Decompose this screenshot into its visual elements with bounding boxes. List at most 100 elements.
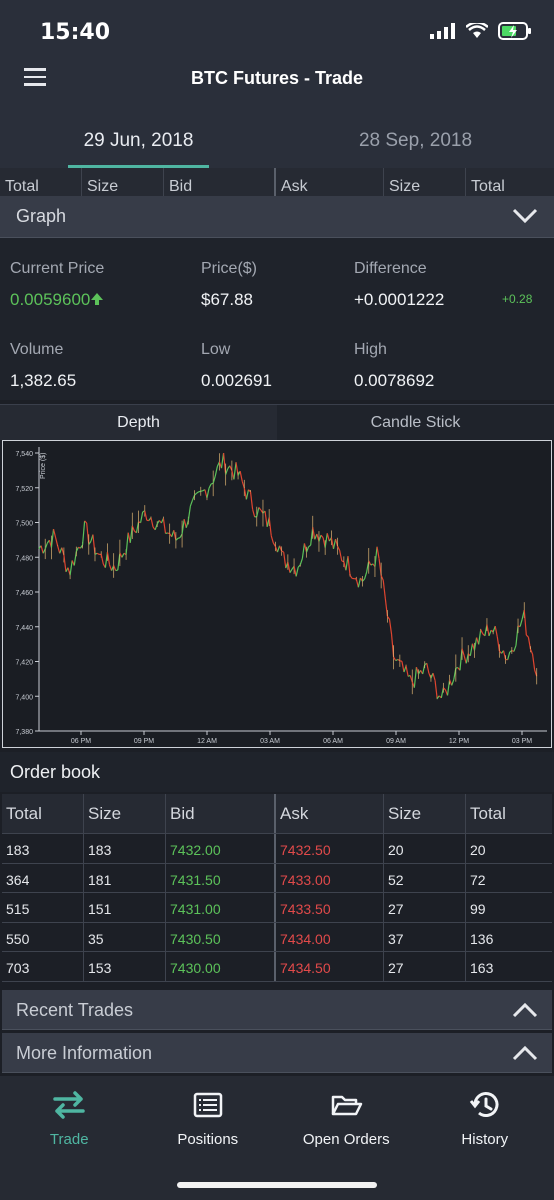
stat-price-usd: Price($) $67.88: [201, 260, 257, 310]
wifi-icon: [466, 23, 488, 38]
price-segment: [121, 552, 125, 558]
price-segment: [276, 545, 281, 553]
more-information-label: More Information: [16, 1043, 153, 1063]
cell-bid: 7432.00: [166, 834, 276, 863]
price-segment: [233, 462, 237, 480]
price-segment: [426, 663, 430, 674]
stat-difference: Difference +0.0001222: [354, 260, 444, 310]
tab-28-sep-2018[interactable]: 28 Sep, 2018: [277, 118, 554, 168]
chevron-up-icon[interactable]: [512, 1002, 538, 1018]
cell-size: 37: [384, 922, 466, 952]
contract-date-tabs: 29 Jun, 2018 28 Sep, 2018: [0, 118, 554, 168]
price-segment: [100, 554, 104, 565]
more-information-section[interactable]: More Information: [2, 1033, 552, 1073]
price-segment: [308, 544, 312, 548]
table-row[interactable]: 550 35 7430.50 7434.00 37 136: [2, 922, 552, 953]
x-tick-label: 09 AM: [386, 738, 406, 745]
low-label: Low: [201, 341, 231, 358]
price-segment: [96, 552, 100, 555]
cell-total: 364: [2, 863, 84, 893]
price-segment: [196, 491, 200, 494]
cell-total: 136: [470, 930, 494, 947]
table-row[interactable]: 183 183 7432.00 7432.50 20 20: [2, 834, 552, 864]
price-segment: [357, 577, 362, 588]
tab-open-orders-label: Open Orders: [302, 1131, 390, 1148]
price-segment: [140, 511, 144, 523]
tab-depth[interactable]: Depth: [0, 405, 277, 440]
cell-total: 20: [470, 842, 486, 858]
tab-trade[interactable]: Trade: [0, 1076, 139, 1200]
price-segment: [249, 491, 254, 510]
price-segment: [405, 665, 409, 677]
price-segment: [295, 567, 299, 577]
price-segment: [382, 580, 386, 599]
table-row[interactable]: 515 151 7431.00 7433.50 27 99: [2, 893, 552, 923]
col-ask: Ask: [276, 794, 384, 833]
price-segment: [208, 483, 212, 489]
price-segment: [63, 554, 67, 572]
price-segment: [268, 517, 272, 536]
cell-size: 183: [84, 834, 166, 863]
stat-high: High 0.0078692: [354, 341, 434, 391]
cell-total: 703: [2, 952, 84, 981]
x-tick-label: 03 AM: [260, 738, 280, 745]
y-tick-label: 7,520: [15, 486, 33, 493]
x-tick-label: 12 PM: [449, 738, 469, 745]
price-segment: [55, 537, 59, 547]
cell-size: 20: [384, 834, 466, 863]
price-segment: [189, 500, 194, 507]
price-segment: [52, 528, 57, 538]
current-price-label: Current Price: [10, 260, 105, 277]
chevron-up-icon[interactable]: [512, 1045, 538, 1061]
price-segment: [183, 519, 187, 528]
price-segment: [283, 552, 287, 569]
x-tick-label: 03 PM: [512, 738, 532, 745]
cell-bid: 7430.50: [166, 922, 276, 952]
tab-candle-stick[interactable]: Candle Stick: [277, 405, 554, 440]
order-book-title-bar: Order book: [0, 752, 554, 792]
price-segment: [200, 490, 203, 492]
cell-size: 52: [384, 863, 466, 893]
price-segment: [523, 610, 527, 636]
tab-positions-label: Positions: [177, 1131, 239, 1148]
price-segment: [531, 653, 536, 670]
status-bar: 15:40: [0, 0, 554, 60]
table-row[interactable]: 703 153 7430.00 7434.50 27 163: [2, 952, 552, 982]
stat-volume: Volume 1,382.65: [10, 341, 76, 391]
col-total: Total: [470, 804, 506, 823]
chevron-down-icon[interactable]: [512, 208, 538, 224]
price-segment: [332, 539, 337, 549]
y-tick-label: 7,500: [15, 521, 33, 528]
price-chart[interactable]: 7,540 7,520 7,500 7,480 7,460 7,440 7,420 7,400…: [2, 440, 552, 748]
home-indicator: [177, 1182, 377, 1188]
cell-bid: 7431.00: [166, 893, 276, 922]
price-segment: [451, 679, 455, 686]
table-row[interactable]: 364 181 7431.50 7433.00 52 72: [2, 863, 552, 894]
price-segment: [326, 533, 330, 542]
y-axis-label: Price ($): [40, 453, 47, 479]
col-bid: Bid: [166, 794, 276, 833]
cell-total: 72: [470, 871, 486, 888]
price-chart-svg: 7,540 7,520 7,500 7,480 7,460 7,440 7,420 7,400…: [15, 447, 547, 745]
cell-ask: 7432.50: [276, 834, 384, 863]
tab-history[interactable]: History: [416, 1076, 554, 1200]
price-segment: [69, 560, 73, 576]
price-segment: [432, 672, 436, 681]
cell-size: 27: [384, 893, 466, 922]
stat-low: Low 0.002691: [201, 341, 272, 391]
price-usd-label: Price($): [201, 260, 258, 277]
price-segment: [388, 618, 393, 635]
cell-total: 550: [2, 922, 84, 952]
tab-29-jun-2018[interactable]: 29 Jun, 2018: [0, 118, 277, 168]
graph-label: Graph: [16, 206, 67, 226]
cell-size: 151: [84, 893, 166, 922]
recent-trades-section[interactable]: Recent Trades: [2, 990, 552, 1030]
header-total: Total: [471, 178, 505, 195]
list-card-icon: [193, 1092, 222, 1118]
price-segment: [488, 630, 492, 637]
price-segment: [40, 545, 44, 554]
order-book-title: Order book: [10, 762, 101, 782]
graph-section-header[interactable]: Graph: [0, 196, 554, 238]
swap-arrows-icon: [53, 1091, 85, 1119]
cell-size: 181: [84, 863, 166, 893]
